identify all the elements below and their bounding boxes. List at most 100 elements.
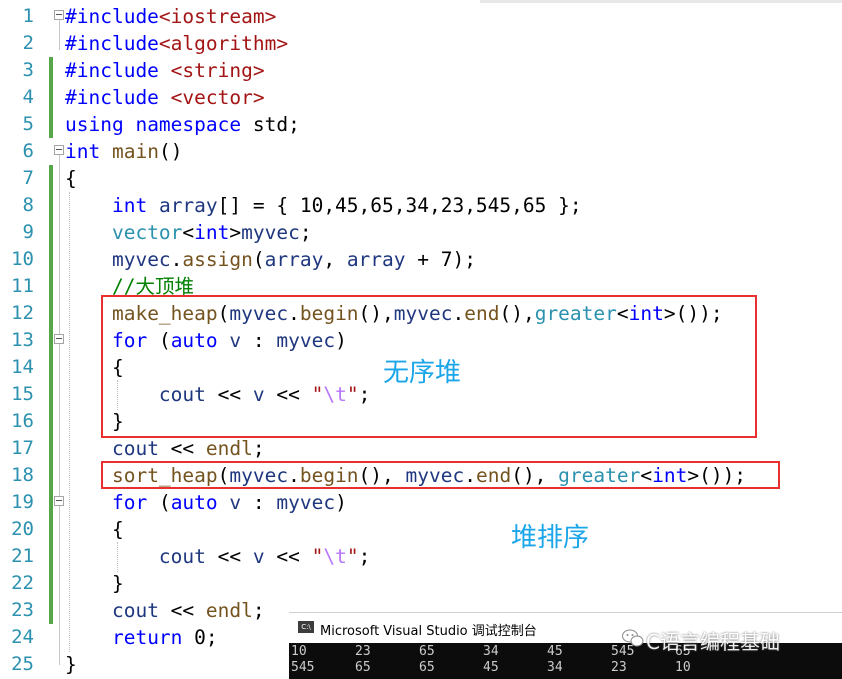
line-number: 1 [22,5,34,27]
code-line[interactable]: } [65,570,124,597]
code-token: < [182,221,195,244]
console-value: 65 [419,660,435,675]
line-number: 22 [11,572,34,594]
code-line[interactable]: myvec.assign(array, array + 7); [65,246,476,273]
line-number: 19 [11,491,34,513]
console-row: 545 65 65 45 34 23 10 [289,660,842,676]
code-token: array [346,248,406,271]
code-token: array [158,194,218,217]
code-line[interactable]: int main() [65,138,182,165]
code-token: int [111,194,148,217]
code-token: endl [205,437,253,460]
console-value: 34 [483,644,499,659]
code-token: : [241,491,277,514]
code-token: \t [323,545,347,568]
code-token: ; [299,221,312,244]
code-line[interactable]: { [65,165,77,192]
code-token: endl [205,599,253,622]
editor-top-strip [480,0,842,3]
code-line[interactable]: int array[] = { 10,45,65,34,23,545,65 }; [65,192,582,219]
code-editor[interactable]: 1 2 3 4 5 6 7 8 9 10 11 12 13 14 15 16 17 18 19 20 21 22 23 24 2… [0,0,842,679]
annotation-heap-sort: 堆排序 [511,523,590,553]
code-line[interactable]: for (auto v : myvec) [65,489,347,516]
line-number: 17 [11,437,34,459]
code-token: 0; [182,626,218,649]
code-token: vector [111,221,183,244]
code-token: #include [65,5,159,28]
fold-toggle-icon[interactable] [54,496,64,506]
code-line[interactable]: #include <string> [65,57,265,84]
code-token: cout [111,599,159,622]
code-line[interactable]: #include <vector> [65,84,265,111]
fold-toggle-icon[interactable] [54,334,64,344]
code-line[interactable]: cout << endl; [65,597,265,624]
highlight-box-sort-heap [101,461,780,489]
line-number: 15 [11,383,34,405]
line-number: 12 [11,302,34,324]
code-token: main [111,140,159,163]
code-line[interactable]: #include<algorithm> [65,30,288,57]
fold-guide [59,20,60,50]
fold-guide [59,155,60,665]
line-number: 11 [11,275,34,297]
code-line[interactable]: vector<int>myvec; [65,219,312,246]
code-token: > [229,221,242,244]
wechat-icon [622,629,644,647]
code-token: namespace [135,113,242,136]
fold-toggle-icon[interactable] [54,145,64,155]
code-line[interactable]: using namespace std; [65,111,300,138]
code-token: v [252,545,265,568]
code-token: std; [241,113,300,136]
console-app-icon: C:\ [298,621,314,633]
line-number: 20 [11,518,34,540]
code-token: #include [65,32,159,55]
line-number: 18 [11,464,34,486]
console-value: 10 [675,660,691,675]
code-token: ( [252,248,265,271]
code-line[interactable]: cout << endl; [65,435,265,462]
code-line[interactable]: cout << v << "\t"; [65,543,370,570]
line-number: 10 [11,248,34,270]
line-number: 23 [11,599,34,621]
code-token: " [311,545,324,568]
code-token: << [158,437,206,460]
line-number: 6 [22,140,34,162]
code-token: array [264,248,324,271]
code-token: myvec [241,221,300,244]
code-token: return [111,626,183,649]
code-line[interactable]: #include<iostream> [65,3,276,30]
code-token: } [65,572,124,595]
code-line[interactable]: } [65,651,77,678]
code-token: myvec [111,248,171,271]
code-token: { [65,518,124,541]
code-token: auto [170,491,218,514]
watermark-text: C语言编程基础 [646,630,780,654]
console-value: 45 [547,644,563,659]
console-value: 23 [355,644,371,659]
console-title: Microsoft Visual Studio 调试控制台 [320,624,537,639]
code-line[interactable]: { [65,516,124,543]
code-token: () [158,140,183,163]
line-number: 21 [11,545,34,567]
change-marker [49,165,53,624]
code-token: using [65,113,124,136]
code-token: int [194,221,230,244]
code-token: ; [252,437,265,460]
line-number: 7 [22,167,34,189]
code-token: + 7); [405,248,476,271]
code-line[interactable]: return 0; [65,624,218,651]
console-value: 65 [419,644,435,659]
code-token: <vector> [170,86,265,109]
fold-toggle-icon[interactable] [54,10,64,20]
code-token: assign [182,248,253,271]
code-token: << [205,545,253,568]
console-value: 65 [355,660,371,675]
line-number: 8 [22,194,34,216]
line-number: 14 [11,356,34,378]
